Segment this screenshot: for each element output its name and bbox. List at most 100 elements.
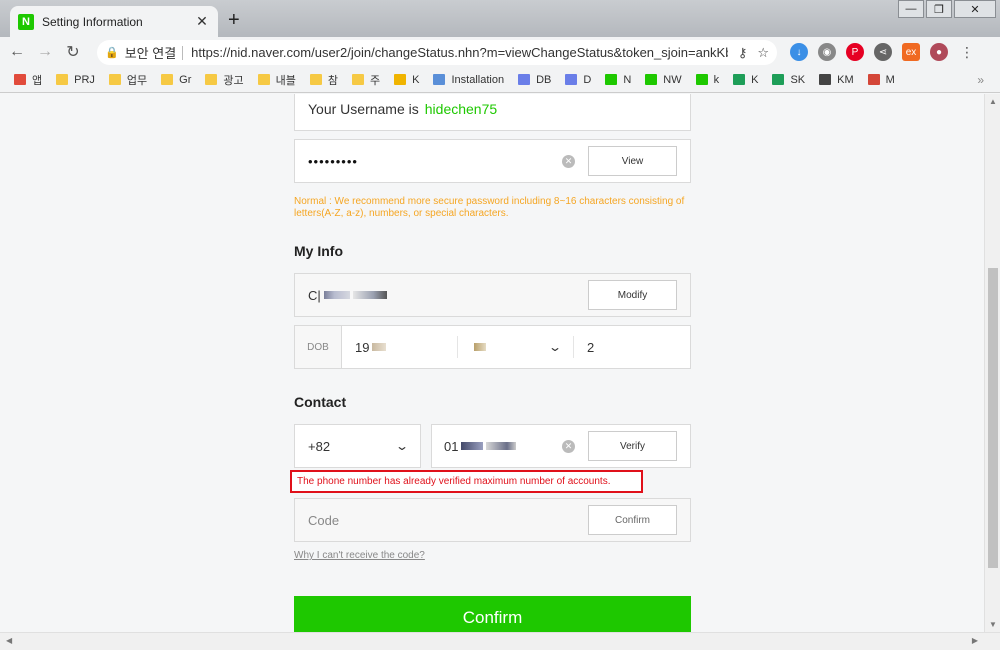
bookmark-item[interactable]: Gr bbox=[161, 74, 191, 86]
browser-toolbar: ← → ↻ 🔒 보안 연결 https://nid.naver.com/user… bbox=[0, 37, 1000, 67]
bookmark-item[interactable]: 주 bbox=[352, 72, 380, 88]
redacted-name-blur bbox=[323, 291, 350, 299]
redacted-name-blur bbox=[352, 291, 387, 299]
bookmark-item[interactable]: 업무 bbox=[108, 72, 147, 88]
bookmark-item[interactable]: N bbox=[605, 74, 631, 86]
modify-name-button[interactable]: Modify bbox=[588, 280, 677, 310]
scroll-left-icon[interactable]: ◀ bbox=[6, 636, 12, 645]
cant-receive-code-link[interactable]: Why I can't receive the code? bbox=[294, 550, 691, 561]
scroll-down-icon[interactable]: ▼ bbox=[989, 620, 997, 629]
bookmark-item[interactable]: 앱 bbox=[14, 72, 42, 88]
bookmark-folder-icon bbox=[433, 74, 446, 85]
bookmark-label: DB bbox=[536, 73, 552, 86]
bookmark-item[interactable]: 광고 bbox=[205, 72, 244, 88]
clear-icon[interactable]: ✕ bbox=[562, 439, 575, 453]
bookmark-item[interactable]: K bbox=[394, 74, 419, 86]
bookmark-label: 앱 bbox=[32, 74, 43, 87]
naver-favicon-icon: N bbox=[18, 13, 34, 30]
bookmark-folder-icon bbox=[695, 74, 708, 85]
bookmark-label: k bbox=[713, 73, 720, 86]
tab-close-icon[interactable]: ✕ bbox=[194, 13, 210, 30]
share-extension-icon[interactable]: ⋖ bbox=[874, 43, 892, 61]
code-placeholder: Code bbox=[308, 512, 340, 528]
browser-tab[interactable]: N Setting Information ✕ bbox=[10, 6, 218, 37]
dob-day-field[interactable]: 2 bbox=[574, 326, 690, 368]
bookmark-label: Gr bbox=[179, 73, 192, 86]
bookmark-folder-icon bbox=[108, 74, 121, 85]
password-masked-value: ••••••••• bbox=[308, 153, 358, 169]
dob-year-field[interactable]: 19 bbox=[342, 326, 457, 368]
scroll-thumb[interactable] bbox=[988, 268, 998, 568]
extension-icons: ↓ ◉ P ⋖ ex ● ⋮ bbox=[790, 43, 986, 61]
key-icon[interactable]: ⚷ bbox=[738, 45, 748, 61]
bookmark-folder-icon bbox=[309, 74, 322, 85]
bookmark-item[interactable]: 내블 bbox=[257, 72, 296, 88]
bookmark-item[interactable]: NW bbox=[645, 74, 682, 86]
country-code-select[interactable]: +82 ⌄ bbox=[294, 424, 421, 468]
bookmark-folder-icon bbox=[161, 74, 174, 85]
name-prefix: C| bbox=[308, 287, 321, 303]
bookmark-item[interactable]: 참 bbox=[309, 72, 339, 88]
dob-row: DOB 19 ⌄ 2 bbox=[294, 325, 691, 369]
new-tab-icon[interactable]: + bbox=[228, 10, 240, 30]
clear-icon[interactable]: ✕ bbox=[562, 154, 575, 168]
location-extension-icon[interactable]: ◉ bbox=[818, 43, 836, 61]
username-value: hidechen75 bbox=[424, 100, 498, 117]
ex-extension-icon[interactable]: ex bbox=[902, 43, 920, 61]
browser-titlebar: N Setting Information ✕ + — ❐ ✕ bbox=[0, 0, 1000, 37]
bookmark-label: 내블 bbox=[275, 74, 296, 87]
bookmark-label: 광고 bbox=[223, 74, 244, 87]
bookmark-label: PRJ bbox=[74, 73, 95, 86]
confirm-button[interactable]: Confirm bbox=[294, 596, 691, 632]
bookmark-star-icon[interactable]: ☆ bbox=[757, 45, 769, 61]
menu-kebab-icon[interactable]: ⋮ bbox=[958, 43, 976, 61]
horizontal-scrollbar[interactable]: ◀ ▶ bbox=[0, 632, 1000, 650]
bookmark-folder-icon bbox=[867, 74, 880, 85]
pinterest-extension-icon[interactable]: P bbox=[846, 43, 864, 61]
chevron-down-icon: ⌄ bbox=[394, 439, 410, 453]
bookmark-item[interactable]: K bbox=[733, 74, 758, 86]
download-extension-icon[interactable]: ↓ bbox=[790, 43, 808, 61]
contact-heading: Contact bbox=[294, 394, 347, 410]
bookmark-label: KM bbox=[837, 73, 854, 86]
bookmark-item[interactable]: KM bbox=[819, 74, 854, 86]
bookmark-item[interactable]: SK bbox=[772, 74, 805, 86]
reload-icon[interactable]: ↻ bbox=[62, 42, 84, 62]
bookmarks-bar: 앱 PRJ 업무 Gr 광고 내블 참 주 K Installation DB D N NW k K SK KM M… bbox=[0, 67, 1000, 93]
bookmark-folder-icon bbox=[645, 74, 658, 85]
phone-prefix: 01 bbox=[444, 438, 459, 454]
bookmark-item[interactable]: DB bbox=[518, 74, 551, 86]
phone-number-input[interactable]: 01 ✕ Verify bbox=[431, 424, 691, 468]
forward-icon[interactable]: → bbox=[34, 43, 56, 61]
address-bar[interactable]: 🔒 보안 연결 https://nid.naver.com/user2/join… bbox=[97, 40, 777, 65]
redacted-year-blur bbox=[372, 343, 387, 351]
chevron-down-icon: ⌄ bbox=[547, 340, 563, 354]
scroll-right-icon[interactable]: ▶ bbox=[972, 636, 978, 645]
password-field[interactable]: ••••••••• ✕ View bbox=[294, 139, 691, 183]
bookmarks-overflow-icon[interactable]: » bbox=[977, 73, 984, 87]
window-controls: — ❐ ✕ bbox=[896, 0, 996, 18]
back-icon[interactable]: ← bbox=[6, 43, 28, 61]
bookmark-item[interactable]: k bbox=[695, 73, 720, 86]
verify-button[interactable]: Verify bbox=[588, 431, 677, 461]
country-code-value: +82 bbox=[308, 438, 331, 454]
close-window-icon[interactable]: ✕ bbox=[954, 0, 996, 18]
maximize-icon[interactable]: ❐ bbox=[926, 0, 952, 18]
vertical-scrollbar[interactable]: ▲ ▼ bbox=[984, 94, 1000, 632]
scroll-up-icon[interactable]: ▲ bbox=[989, 97, 997, 106]
url-text[interactable]: https://nid.naver.com/user2/join/changeS… bbox=[191, 45, 728, 60]
bookmark-item[interactable]: PRJ bbox=[56, 74, 95, 86]
bookmark-label: 참 bbox=[327, 74, 339, 87]
bookmark-folder-icon bbox=[518, 74, 531, 85]
verification-code-input[interactable]: Code Confirm bbox=[294, 498, 691, 542]
dob-label: DOB bbox=[295, 326, 342, 368]
bookmark-item[interactable]: M bbox=[867, 74, 895, 86]
bookmark-item[interactable]: Installation bbox=[433, 74, 504, 86]
bookmark-item[interactable]: D bbox=[565, 74, 591, 86]
confirm-code-button[interactable]: Confirm bbox=[588, 505, 677, 535]
dob-month-select[interactable]: ⌄ bbox=[458, 326, 573, 368]
bookmark-label: 주 bbox=[370, 74, 381, 87]
view-password-button[interactable]: View bbox=[588, 146, 677, 176]
profile-avatar-icon[interactable]: ● bbox=[930, 43, 948, 61]
minimize-icon[interactable]: — bbox=[898, 0, 924, 18]
